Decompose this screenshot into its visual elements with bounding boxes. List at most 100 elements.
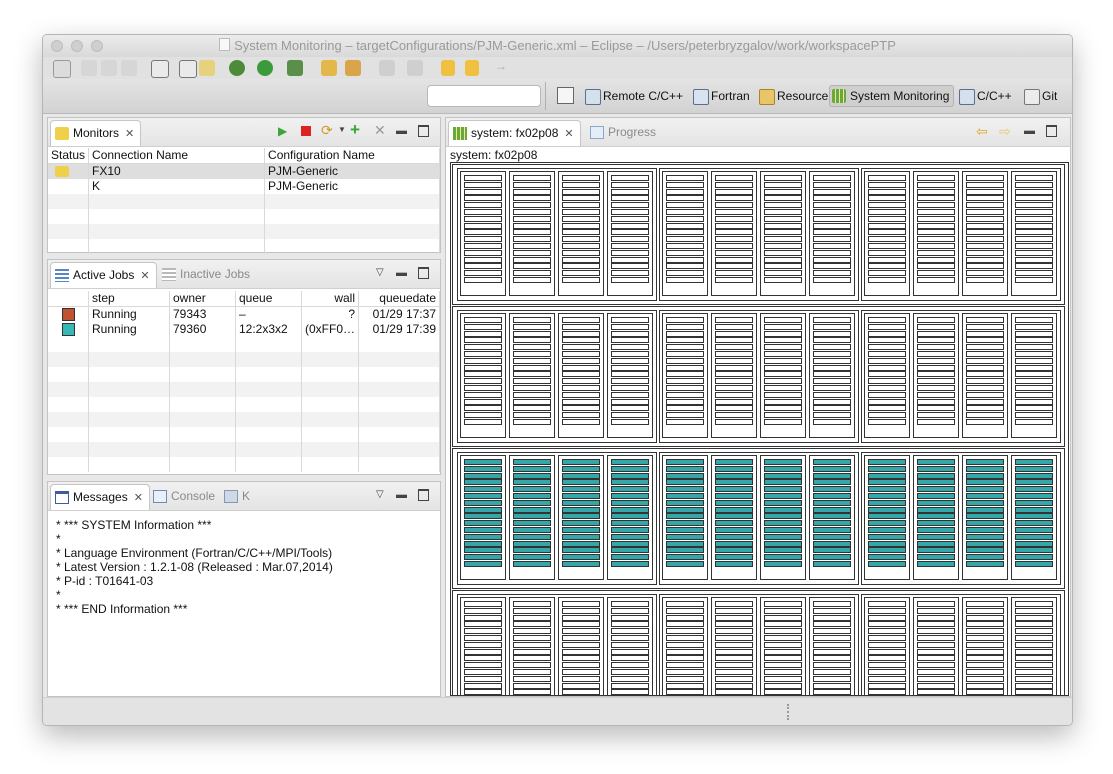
compute-node[interactable]: [917, 486, 955, 493]
node-board[interactable]: [1011, 313, 1057, 438]
compute-node[interactable]: [666, 344, 704, 351]
compute-node[interactable]: [562, 215, 600, 222]
compute-node[interactable]: [715, 601, 753, 607]
compute-node[interactable]: [562, 493, 600, 499]
compute-node[interactable]: [917, 635, 955, 641]
compute-node[interactable]: [1015, 202, 1053, 209]
compute-node[interactable]: [715, 513, 753, 520]
compute-node[interactable]: [966, 351, 1004, 357]
compute-node[interactable]: [611, 405, 649, 412]
compute-node[interactable]: [868, 669, 906, 675]
compute-node[interactable]: [611, 601, 649, 607]
compute-node[interactable]: [464, 344, 502, 351]
compute-node[interactable]: [813, 561, 851, 567]
compute-node[interactable]: [513, 459, 551, 465]
node-board[interactable]: [962, 171, 1008, 296]
compute-node[interactable]: [611, 419, 649, 425]
compute-node[interactable]: [464, 215, 502, 222]
compute-node[interactable]: [868, 249, 906, 256]
compute-node[interactable]: [764, 621, 802, 628]
compute-node[interactable]: [868, 513, 906, 520]
tab-inactive-jobs[interactable]: Inactive Jobs: [158, 262, 256, 287]
compute-node[interactable]: [715, 222, 753, 229]
node-board[interactable]: [864, 313, 910, 438]
compute-node[interactable]: [715, 607, 753, 614]
compute-node[interactable]: [562, 209, 600, 215]
compute-node[interactable]: [513, 263, 551, 270]
compute-node[interactable]: [966, 391, 1004, 398]
compute-node[interactable]: [513, 561, 551, 567]
compute-node[interactable]: [813, 229, 851, 236]
tab-progress[interactable]: Progress: [586, 120, 662, 145]
compute-node[interactable]: [513, 675, 551, 682]
compute-node[interactable]: [464, 249, 502, 256]
compute-node[interactable]: [666, 513, 704, 520]
compute-node[interactable]: [966, 635, 1004, 641]
node-board[interactable]: [509, 597, 555, 695]
compute-node[interactable]: [666, 317, 704, 323]
compute-node[interactable]: [764, 506, 802, 513]
compute-node[interactable]: [868, 533, 906, 540]
compute-node[interactable]: [562, 405, 600, 412]
compute-node[interactable]: [1015, 520, 1053, 527]
column-header[interactable]: Connection Name: [88, 148, 266, 164]
node-board[interactable]: [509, 171, 555, 296]
compute-node[interactable]: [1015, 527, 1053, 533]
back-arrow-icon[interactable]: [465, 60, 479, 76]
compute-node[interactable]: [966, 202, 1004, 209]
compute-node[interactable]: [764, 323, 802, 330]
compute-node[interactable]: [562, 554, 600, 561]
compute-node[interactable]: [966, 181, 1004, 188]
compute-node[interactable]: [1015, 323, 1053, 330]
cabinet[interactable]: [452, 164, 1065, 305]
compute-node[interactable]: [513, 412, 551, 419]
compute-node[interactable]: [966, 648, 1004, 655]
compute-node[interactable]: [715, 655, 753, 662]
compute-node[interactable]: [611, 337, 649, 344]
node-board[interactable]: [558, 171, 604, 296]
compute-node[interactable]: [868, 493, 906, 499]
compute-node[interactable]: [562, 364, 600, 371]
compute-node[interactable]: [513, 249, 551, 256]
maximize-icon[interactable]: [418, 489, 429, 501]
table-row[interactable]: FX10 PJM-Generic: [48, 163, 440, 179]
compute-node[interactable]: [562, 682, 600, 689]
compute-node[interactable]: [513, 364, 551, 371]
compute-node[interactable]: [562, 236, 600, 243]
compute-node[interactable]: [868, 412, 906, 419]
compute-node[interactable]: [764, 249, 802, 256]
compute-node[interactable]: [715, 628, 753, 635]
compute-node[interactable]: [464, 506, 502, 513]
compute-node[interactable]: [917, 391, 955, 398]
node-board[interactable]: [607, 597, 653, 695]
compute-node[interactable]: [513, 202, 551, 209]
column-header[interactable]: owner: [169, 291, 236, 307]
compute-node[interactable]: [666, 364, 704, 371]
compute-node[interactable]: [764, 337, 802, 344]
compute-node[interactable]: [1015, 330, 1053, 337]
compute-node[interactable]: [917, 222, 955, 229]
compute-node[interactable]: [966, 554, 1004, 561]
compute-node[interactable]: [1015, 493, 1053, 499]
compute-node[interactable]: [917, 351, 955, 357]
compute-node[interactable]: [966, 236, 1004, 243]
tab-console[interactable]: Console: [149, 484, 221, 509]
compute-node[interactable]: [917, 412, 955, 419]
compute-node[interactable]: [917, 493, 955, 499]
compute-node[interactable]: [464, 202, 502, 209]
compute-node[interactable]: [764, 357, 802, 364]
compute-node[interactable]: [513, 385, 551, 391]
compute-node[interactable]: [464, 689, 502, 695]
compute-node[interactable]: [562, 614, 600, 621]
compute-node[interactable]: [562, 486, 600, 493]
compute-node[interactable]: [813, 493, 851, 499]
compute-node[interactable]: [1015, 621, 1053, 628]
compute-node[interactable]: [813, 662, 851, 669]
compute-node[interactable]: [562, 256, 600, 263]
compute-node[interactable]: [715, 202, 753, 209]
compute-node[interactable]: [611, 547, 649, 554]
compute-node[interactable]: [813, 419, 851, 425]
compute-node[interactable]: [966, 270, 1004, 277]
compute-node[interactable]: [715, 398, 753, 405]
compute-node[interactable]: [1015, 682, 1053, 689]
